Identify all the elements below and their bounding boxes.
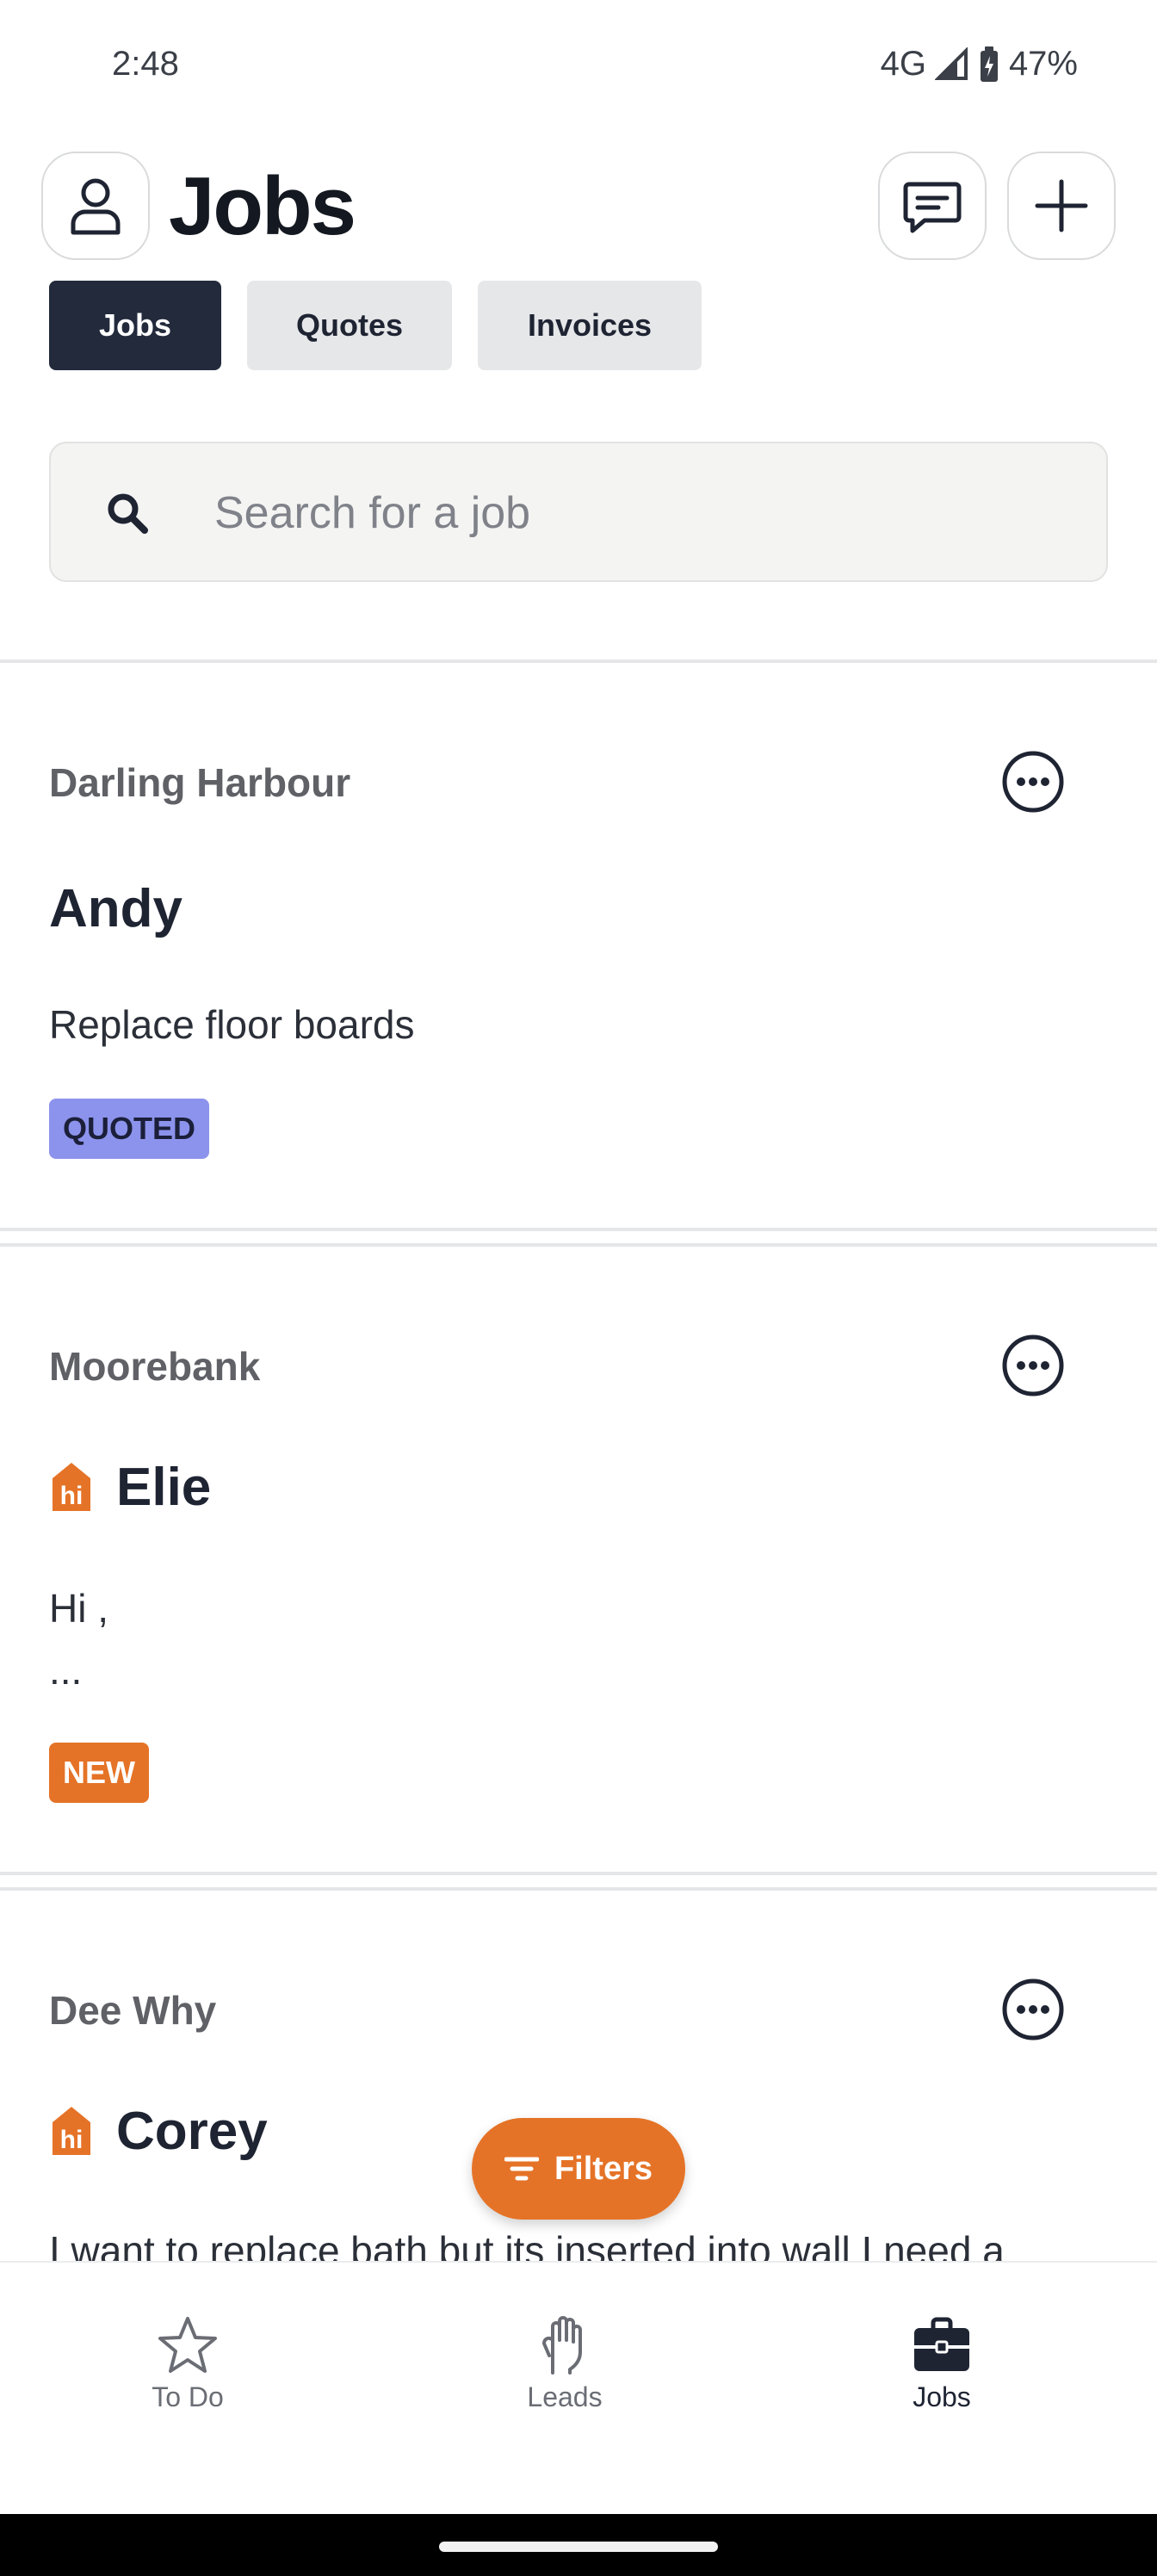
job-card[interactable]: Darling Harbour Andy Replace floor board… (0, 663, 1157, 1228)
tab-jobs[interactable]: Jobs (49, 281, 221, 370)
nav-leads[interactable]: Leads (461, 2314, 668, 2413)
svg-text:hi: hi (60, 1482, 84, 1510)
status-icons: 4G 47% (881, 45, 1078, 84)
job-name-row: Andy (49, 878, 183, 939)
status-bar: 2:48 4G 47% (0, 0, 1157, 129)
bottom-nav: To Do Leads Jobs (0, 2261, 1157, 2514)
more-options-icon[interactable] (1000, 1333, 1066, 1398)
battery-icon (980, 46, 998, 82)
page-title: Jobs (169, 160, 356, 252)
hipages-logo-icon: hi (53, 1462, 90, 1511)
job-name-row: hi Corey (49, 2101, 268, 2162)
customer-name: Elie (116, 1458, 212, 1517)
nav-label: Jobs (913, 2381, 971, 2412)
tab-bar: Jobs Quotes Invoices (49, 281, 702, 370)
plus-icon (1035, 179, 1088, 232)
filters-label: Filters (554, 2150, 653, 2187)
star-icon (158, 2317, 217, 2373)
job-description: Replace floor boards (49, 1002, 415, 1047)
briefcase-icon (914, 2317, 969, 2371)
more-options-icon[interactable] (1000, 749, 1066, 814)
job-location: Darling Harbour (49, 760, 351, 805)
header: Jobs (0, 146, 1157, 267)
job-description: I want to replace bath but its inserted … (49, 2228, 1005, 2261)
search-input[interactable] (214, 474, 1058, 552)
nav-todo[interactable]: To Do (84, 2314, 291, 2413)
messages-button[interactable] (878, 152, 987, 260)
nav-label: To Do (152, 2381, 224, 2412)
user-icon (71, 178, 121, 235)
tab-quotes[interactable]: Quotes (247, 281, 452, 370)
divider (0, 1872, 1157, 1875)
job-description: Hi , ... (49, 1586, 108, 1693)
job-location: Dee Why (49, 1988, 217, 2033)
customer-name: Corey (116, 2102, 268, 2161)
chat-icon (903, 182, 962, 233)
job-card[interactable]: Moorebank hi Elie Hi , ... NEW (0, 1247, 1157, 1872)
search-bar (49, 442, 1108, 582)
status-time: 2:48 (112, 45, 179, 83)
nav-jobs[interactable]: Jobs (838, 2314, 1045, 2413)
nav-label: Leads (527, 2381, 603, 2412)
job-location: Moorebank (49, 1344, 261, 1389)
profile-button[interactable] (41, 152, 150, 260)
home-indicator[interactable] (439, 2542, 718, 2552)
battery-percent: 47% (1008, 45, 1078, 83)
svg-text:hi: hi (60, 2126, 84, 2154)
more-options-icon[interactable] (1000, 1977, 1066, 2042)
search-icon (108, 493, 148, 534)
hipages-logo-icon: hi (53, 2106, 90, 2155)
filters-button[interactable]: Filters (472, 2118, 685, 2220)
tab-invoices[interactable]: Invoices (478, 281, 702, 370)
hand-icon (542, 2316, 582, 2375)
add-job-button[interactable] (1007, 152, 1116, 260)
status-badge: NEW (49, 1743, 149, 1803)
network-type: 4G (880, 45, 926, 83)
status-badge: QUOTED (49, 1099, 210, 1159)
job-name-row: hi Elie (49, 1457, 211, 1518)
customer-name: Andy (49, 879, 183, 938)
divider (0, 1228, 1157, 1231)
filter-icon (504, 2157, 539, 2181)
signal-icon (934, 46, 968, 80)
